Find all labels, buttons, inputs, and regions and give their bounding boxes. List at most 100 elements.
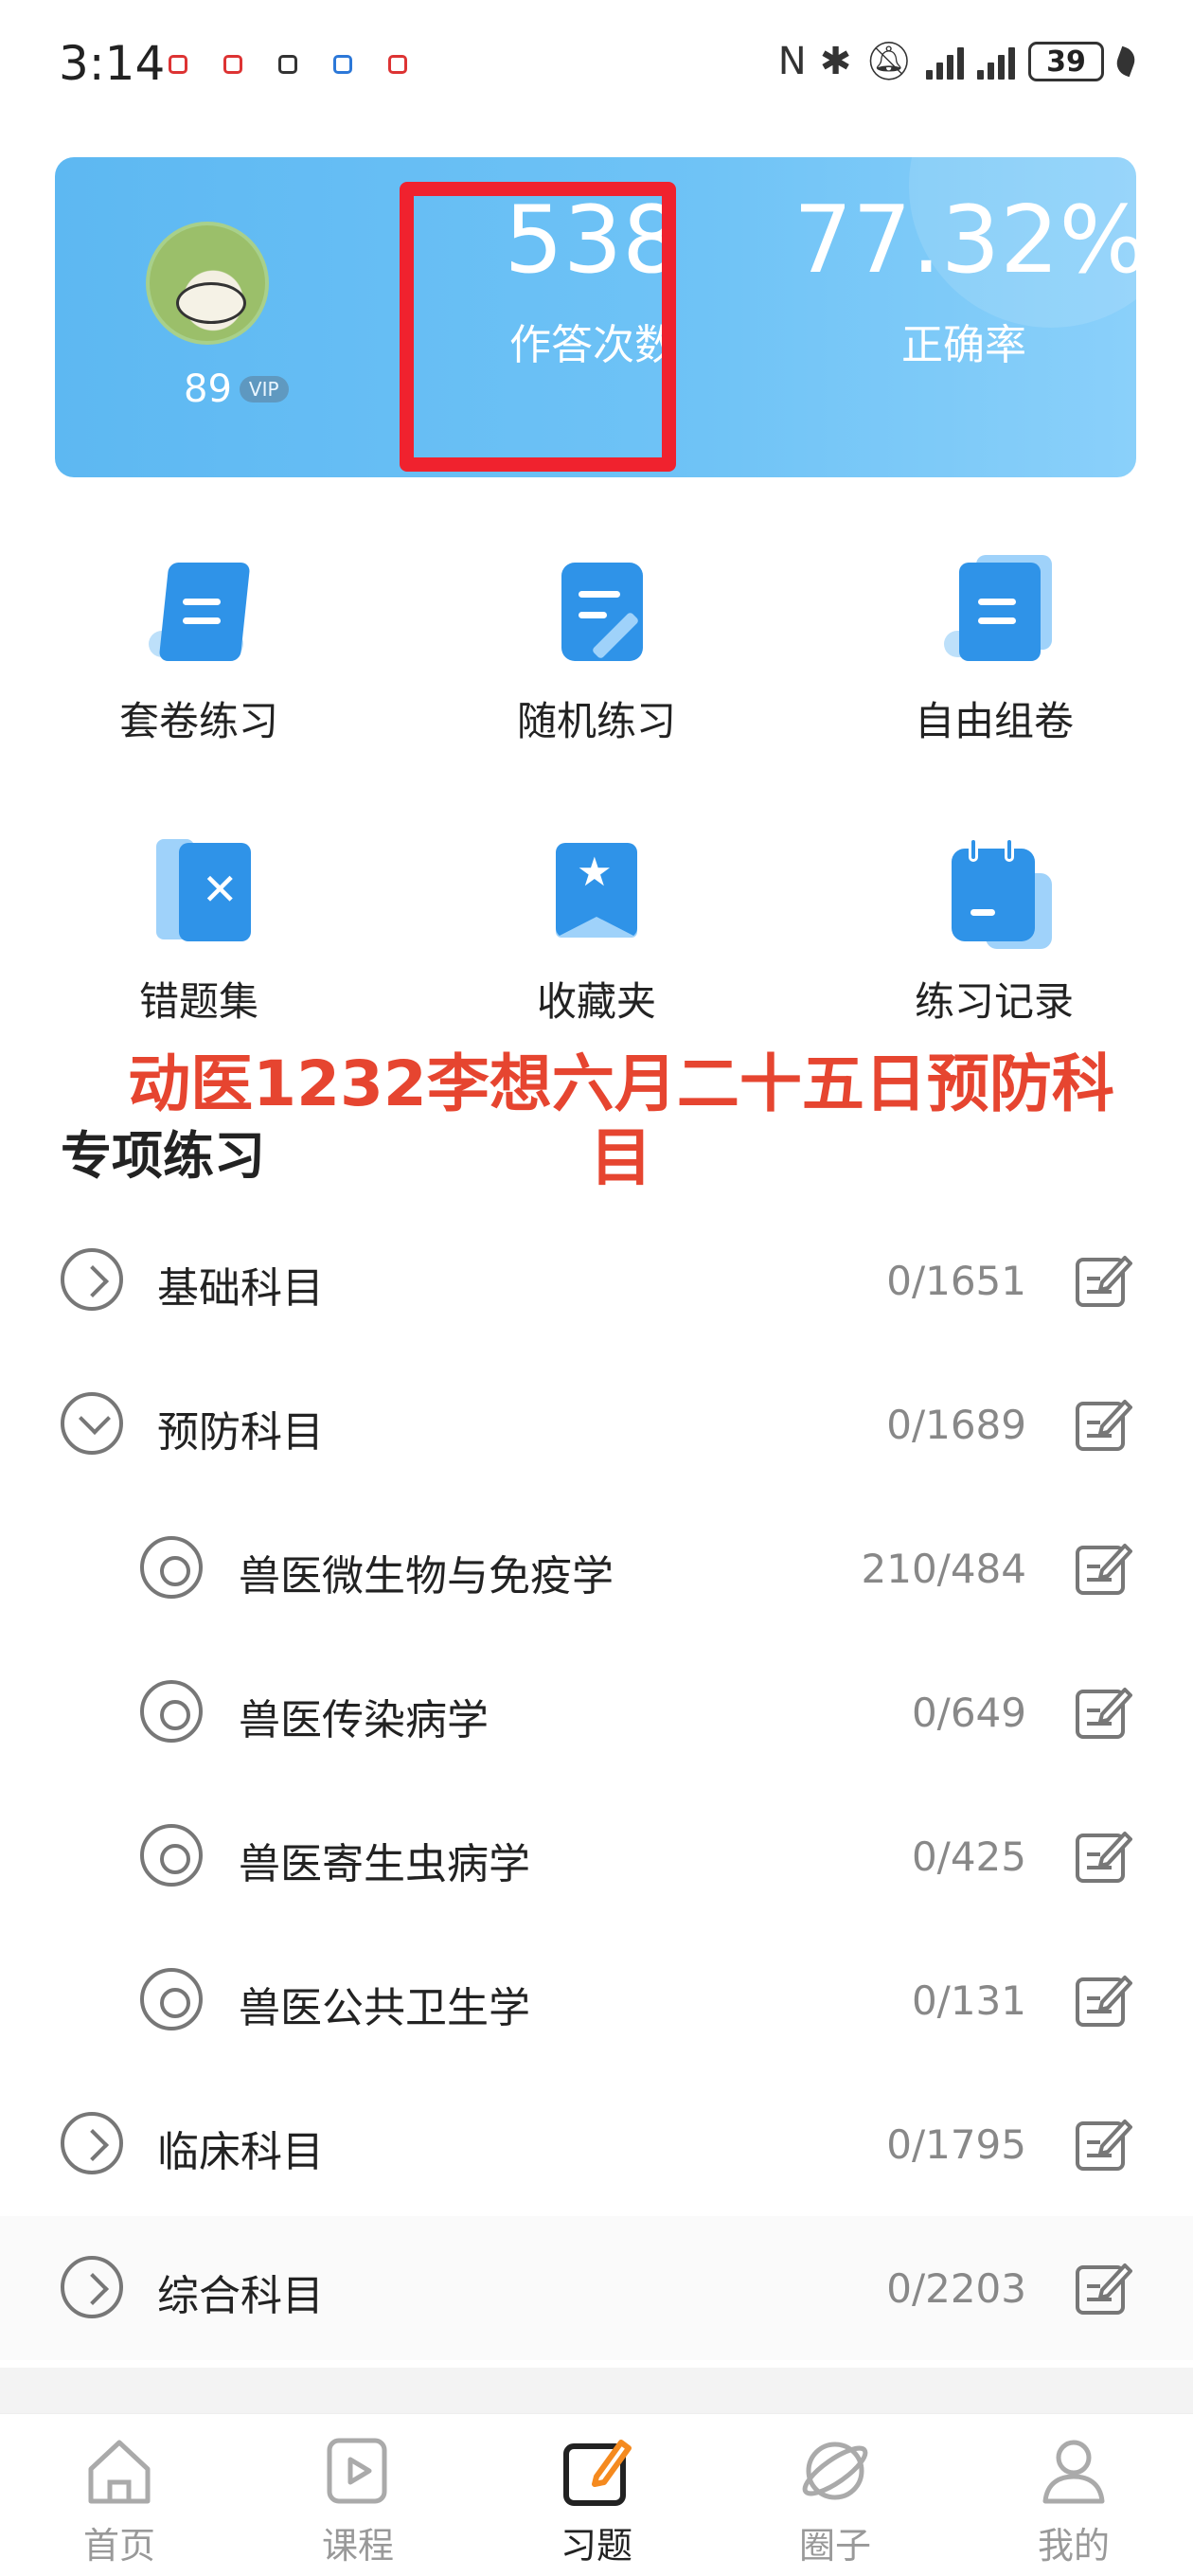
bottom-nav: 首页 课程 习题 圈子 我的 [0,2413,1193,2576]
edit-icon[interactable] [1074,1826,1132,1885]
nav-item-exercise[interactable]: 习题 [477,2414,716,2568]
grid-item-favorites[interactable]: ★ 收藏夹 [398,830,795,1028]
subject-label: 综合科目 [157,2272,324,2320]
grid-label: 练习记录 [914,978,1074,1025]
subject-label: 临床科目 [157,2128,324,2176]
edit-icon[interactable] [1074,1394,1132,1453]
app-notification-icon [388,55,407,74]
wrong-questions-icon: ✕ [137,830,260,953]
edit-icon[interactable] [1074,2114,1132,2173]
grid-label: 套卷练习 [118,698,278,744]
expand-chevron-icon[interactable] [61,1248,123,1311]
app-notification-icon [223,55,242,74]
avatar[interactable] [146,222,269,345]
grid-label: 错题集 [138,978,258,1025]
subject-radio-icon[interactable] [140,1824,203,1887]
nav-label: 圈子 [798,2525,871,2567]
subject-label: 兽医寄生虫病学 [239,1840,530,1888]
custom-paper-icon [933,549,1056,672]
accuracy-value: 77.32% [793,187,1136,295]
nav-label: 习题 [560,2525,632,2567]
subject-progress-count: 0/131 [911,1977,1026,2024]
subject-label: 兽医微生物与免疫学 [239,1552,614,1601]
subject-progress-count: 0/425 [911,1834,1026,1880]
grid-item-random-practice[interactable]: 随机练习 [398,549,795,747]
notification-icons [169,55,407,74]
nav-item-home[interactable]: 首页 [0,2414,239,2568]
leaf-icon [1113,45,1139,78]
grid-label: 自由组卷 [914,698,1074,744]
subject-row[interactable]: 兽医寄生虫病学 0/425 [0,1784,1193,1928]
accuracy-stat[interactable]: 77.32% 正确率 [793,186,1136,371]
nav-item-course[interactable]: 课程 [239,2414,477,2568]
status-bar: 3:14 N ✱ 🔕︎ 39 [0,0,1193,133]
battery-icon: 39 [1028,42,1104,81]
subject-row[interactable]: 兽医公共卫生学 0/131 [0,1928,1193,2072]
random-practice-icon [535,549,658,672]
subject-progress-count: 210/484 [861,1546,1026,1592]
subject-row[interactable]: 临床科目 0/1795 [0,2072,1193,2216]
home-icon [81,2433,157,2509]
nav-label: 课程 [321,2525,394,2567]
subject-row[interactable]: 综合科目 0/2203 [0,2216,1193,2360]
grid-item-practice-record[interactable]: 练习记录 [795,830,1193,1028]
exercise-icon [559,2433,634,2509]
course-icon [320,2433,396,2509]
edit-icon[interactable] [1074,2258,1132,2317]
subject-label: 基础科目 [157,1264,324,1313]
nav-label: 首页 [82,2525,155,2567]
nav-item-circle[interactable]: 圈子 [716,2414,954,2568]
subject-row[interactable]: 兽医微生物与免疫学 210/484 [0,1496,1193,1640]
expand-chevron-icon[interactable] [61,2112,123,2174]
nav-item-profile[interactable]: 我的 [954,2414,1193,2568]
accuracy-label: 正确率 [901,320,1026,369]
divider [0,2368,1193,2413]
subject-label: 兽医传染病学 [239,1696,489,1744]
section-title: 专项练习 [61,1126,265,1186]
circle-icon [797,2433,873,2509]
edit-icon[interactable] [1074,1970,1132,2029]
bluetooth-icon: ✱ [819,40,852,83]
app-notification-icon [333,55,352,74]
vip-badge: VIP [239,376,289,402]
subject-progress-count: 0/1689 [886,1402,1026,1448]
subject-radio-icon[interactable] [140,1968,203,2030]
paper-set-icon [137,549,260,672]
grid-label: 随机练习 [516,698,676,744]
subject-progress-count: 0/1795 [886,2121,1026,2168]
subject-radio-icon[interactable] [140,1536,203,1599]
subject-row[interactable]: 预防科目 0/1689 [0,1352,1193,1496]
subject-progress-count: 0/2203 [886,2265,1026,2312]
edit-icon[interactable] [1074,1538,1132,1597]
subject-row[interactable]: 兽医传染病学 0/649 [0,1640,1193,1784]
avatar-image [176,282,246,324]
mute-icon: 🔕︎ [864,40,913,83]
nav-label: 我的 [1037,2525,1110,2567]
level-number: 89 [184,367,232,411]
signal-icon [977,44,1015,80]
collapse-chevron-icon[interactable] [61,1392,123,1455]
grid-item-paper-set[interactable]: 套卷练习 [0,549,398,747]
subject-radio-icon[interactable] [140,1680,203,1743]
subject-row[interactable]: 基础科目 0/1651 [0,1208,1193,1352]
favorites-icon: ★ [535,830,658,953]
profile-icon [1036,2433,1112,2509]
tiktok-notification-icon [278,55,297,74]
subject-label: 兽医公共卫生学 [239,1984,530,2032]
grid-item-wrong-questions[interactable]: ✕ 错题集 [0,830,398,1028]
subject-label: 预防科目 [157,1408,324,1457]
grid-item-custom-paper[interactable]: 自由组卷 [795,549,1193,747]
app-notification-icon [169,55,187,74]
status-time: 3:14 [59,36,166,91]
practice-record-icon [933,830,1056,953]
nfc-icon: N [777,40,807,83]
user-level: 89 VIP [184,367,289,411]
subject-progress-count: 0/1651 [886,1258,1026,1304]
edit-icon[interactable] [1074,1250,1132,1309]
edit-icon[interactable] [1074,1682,1132,1741]
annotation-highlight-box [400,182,676,472]
signal-icon [926,44,964,80]
expand-chevron-icon[interactable] [61,2256,123,2318]
status-indicators: N ✱ 🔕︎ 39 [777,40,1139,83]
grid-label: 收藏夹 [536,978,656,1025]
